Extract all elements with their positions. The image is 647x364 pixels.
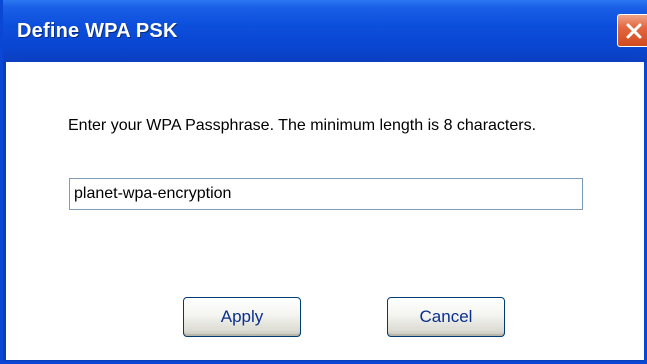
window-title: Define WPA PSK — [17, 20, 178, 42]
passphrase-prompt-label: Enter your WPA Passphrase. The minimum l… — [68, 117, 537, 134]
cancel-button[interactable]: Cancel — [387, 297, 505, 337]
close-button[interactable] — [617, 14, 647, 47]
close-icon — [626, 23, 642, 39]
passphrase-input[interactable] — [69, 178, 583, 210]
dialog-window: Define WPA PSK Enter your WPA Passphrase… — [0, 0, 647, 364]
dialog-body: Enter your WPA Passphrase. The minimum l… — [6, 62, 644, 360]
apply-button[interactable]: Apply — [183, 297, 301, 337]
title-bar[interactable]: Define WPA PSK — [3, 0, 647, 62]
